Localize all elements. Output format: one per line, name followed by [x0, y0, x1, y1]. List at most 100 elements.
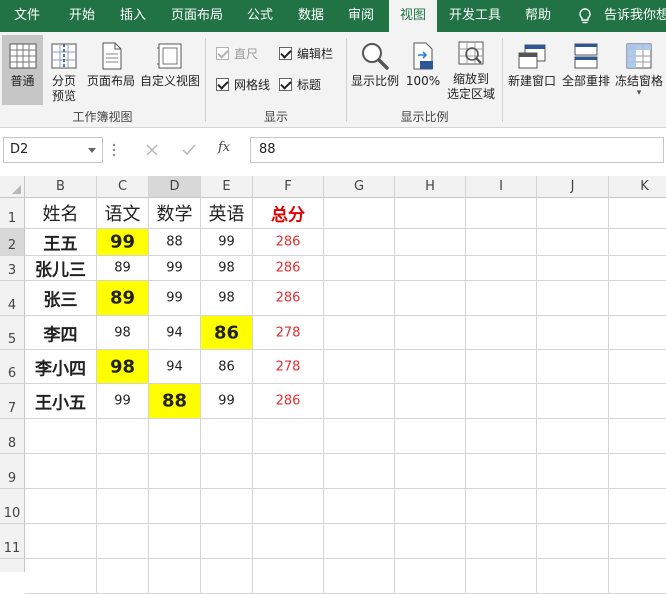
empty-cell[interactable] [324, 524, 395, 559]
empty-cell[interactable] [537, 281, 609, 316]
empty-cell[interactable] [201, 454, 253, 489]
cell-b7[interactable]: 王小五 [25, 384, 97, 419]
row-header-7[interactable]: 7 [0, 384, 25, 419]
cell-e5[interactable]: 86 [201, 316, 253, 350]
cell-c3[interactable]: 89 [97, 256, 149, 281]
cell-f3[interactable]: 286 [253, 256, 324, 281]
empty-cell[interactable] [609, 198, 666, 229]
cell-c2[interactable]: 99 [97, 229, 149, 256]
empty-cell[interactable] [609, 229, 666, 256]
cell-b6[interactable]: 李小四 [25, 350, 97, 384]
empty-cell[interactable] [97, 524, 149, 559]
cell-c6[interactable]: 98 [97, 350, 149, 384]
empty-cell[interactable] [537, 316, 609, 350]
empty-cell[interactable] [253, 419, 324, 454]
empty-cell[interactable] [97, 454, 149, 489]
cell-d7[interactable]: 88 [149, 384, 201, 419]
empty-cell[interactable] [395, 256, 466, 281]
cell-f2[interactable]: 286 [253, 229, 324, 256]
empty-cell[interactable] [466, 281, 537, 316]
empty-cell[interactable] [537, 256, 609, 281]
empty-cell[interactable] [324, 350, 395, 384]
cell-b1[interactable]: 姓名 [25, 198, 97, 229]
select-all-button[interactable] [0, 176, 25, 198]
cell-d5[interactable]: 94 [149, 316, 201, 350]
empty-cell[interactable] [537, 229, 609, 256]
empty-cell[interactable] [537, 350, 609, 384]
tab-data[interactable]: 数据 [286, 0, 336, 32]
empty-cell[interactable] [201, 559, 253, 594]
column-header-g[interactable]: G [324, 176, 395, 198]
zoom-100-button[interactable]: 100% [404, 35, 442, 105]
page-break-preview-button[interactable]: 分页 预览 [44, 35, 84, 105]
custom-views-button[interactable]: 自定义视图 [138, 35, 202, 105]
cell-e1[interactable]: 英语 [201, 198, 253, 229]
cell-e7[interactable]: 99 [201, 384, 253, 419]
empty-cell[interactable] [149, 419, 201, 454]
enter-icon[interactable] [182, 144, 196, 156]
empty-cell[interactable] [395, 384, 466, 419]
cell-f7[interactable]: 286 [253, 384, 324, 419]
empty-cell[interactable] [201, 489, 253, 524]
normal-view-button[interactable]: 普通 [2, 35, 43, 105]
cell-f4[interactable]: 286 [253, 281, 324, 316]
row-header-2[interactable]: 2 [0, 229, 25, 256]
row-header-12[interactable] [0, 559, 25, 572]
empty-cell[interactable] [149, 524, 201, 559]
empty-cell[interactable] [25, 559, 97, 594]
empty-cell[interactable] [466, 489, 537, 524]
empty-cell[interactable] [253, 454, 324, 489]
empty-cell[interactable] [609, 559, 666, 594]
cell-b2[interactable]: 王五 [25, 229, 97, 256]
column-header-j[interactable]: J [537, 176, 609, 198]
empty-cell[interactable] [201, 419, 253, 454]
empty-cell[interactable] [25, 419, 97, 454]
empty-cell[interactable] [253, 524, 324, 559]
empty-cell[interactable] [466, 316, 537, 350]
empty-cell[interactable] [324, 419, 395, 454]
cell-d1[interactable]: 数学 [149, 198, 201, 229]
empty-cell[interactable] [97, 489, 149, 524]
empty-cell[interactable] [201, 524, 253, 559]
tell-me-search[interactable]: 告诉我你想 [604, 0, 666, 32]
empty-cell[interactable] [324, 229, 395, 256]
empty-cell[interactable] [537, 454, 609, 489]
empty-cell[interactable] [324, 384, 395, 419]
cell-d4[interactable]: 99 [149, 281, 201, 316]
column-header-i[interactable]: I [466, 176, 537, 198]
empty-cell[interactable] [537, 524, 609, 559]
tab-help[interactable]: 帮助 [516, 0, 560, 32]
empty-cell[interactable] [395, 316, 466, 350]
empty-cell[interactable] [395, 281, 466, 316]
empty-cell[interactable] [537, 384, 609, 419]
empty-cell[interactable] [395, 489, 466, 524]
empty-cell[interactable] [253, 489, 324, 524]
cell-f5[interactable]: 278 [253, 316, 324, 350]
cell-e4[interactable]: 98 [201, 281, 253, 316]
row-header-8[interactable]: 8 [0, 419, 25, 454]
empty-cell[interactable] [466, 198, 537, 229]
empty-cell[interactable] [97, 559, 149, 594]
tab-home[interactable]: 开始 [54, 0, 110, 32]
cell-f6[interactable]: 278 [253, 350, 324, 384]
column-header-e[interactable]: E [201, 176, 253, 198]
row-header-10[interactable]: 10 [0, 489, 25, 524]
page-layout-view-button[interactable]: 页面布局 [85, 35, 137, 105]
formula-input[interactable]: 88 [250, 137, 664, 163]
more-options-icon[interactable] [110, 143, 118, 157]
empty-cell[interactable] [395, 419, 466, 454]
empty-cell[interactable] [466, 524, 537, 559]
empty-cell[interactable] [149, 559, 201, 594]
empty-cell[interactable] [609, 384, 666, 419]
empty-cell[interactable] [253, 559, 324, 594]
row-header-6[interactable]: 6 [0, 350, 25, 384]
row-header-4[interactable]: 4 [0, 281, 25, 316]
name-box[interactable]: D2 [3, 137, 103, 163]
tab-page-layout[interactable]: 页面布局 [158, 0, 236, 32]
empty-cell[interactable] [466, 419, 537, 454]
cell-e2[interactable]: 99 [201, 229, 253, 256]
cell-d3[interactable]: 99 [149, 256, 201, 281]
tab-formulas[interactable]: 公式 [236, 0, 284, 32]
freeze-panes-button[interactable]: 冻结窗格 ▾ [612, 35, 666, 121]
tab-file[interactable]: 文件 [0, 0, 54, 32]
